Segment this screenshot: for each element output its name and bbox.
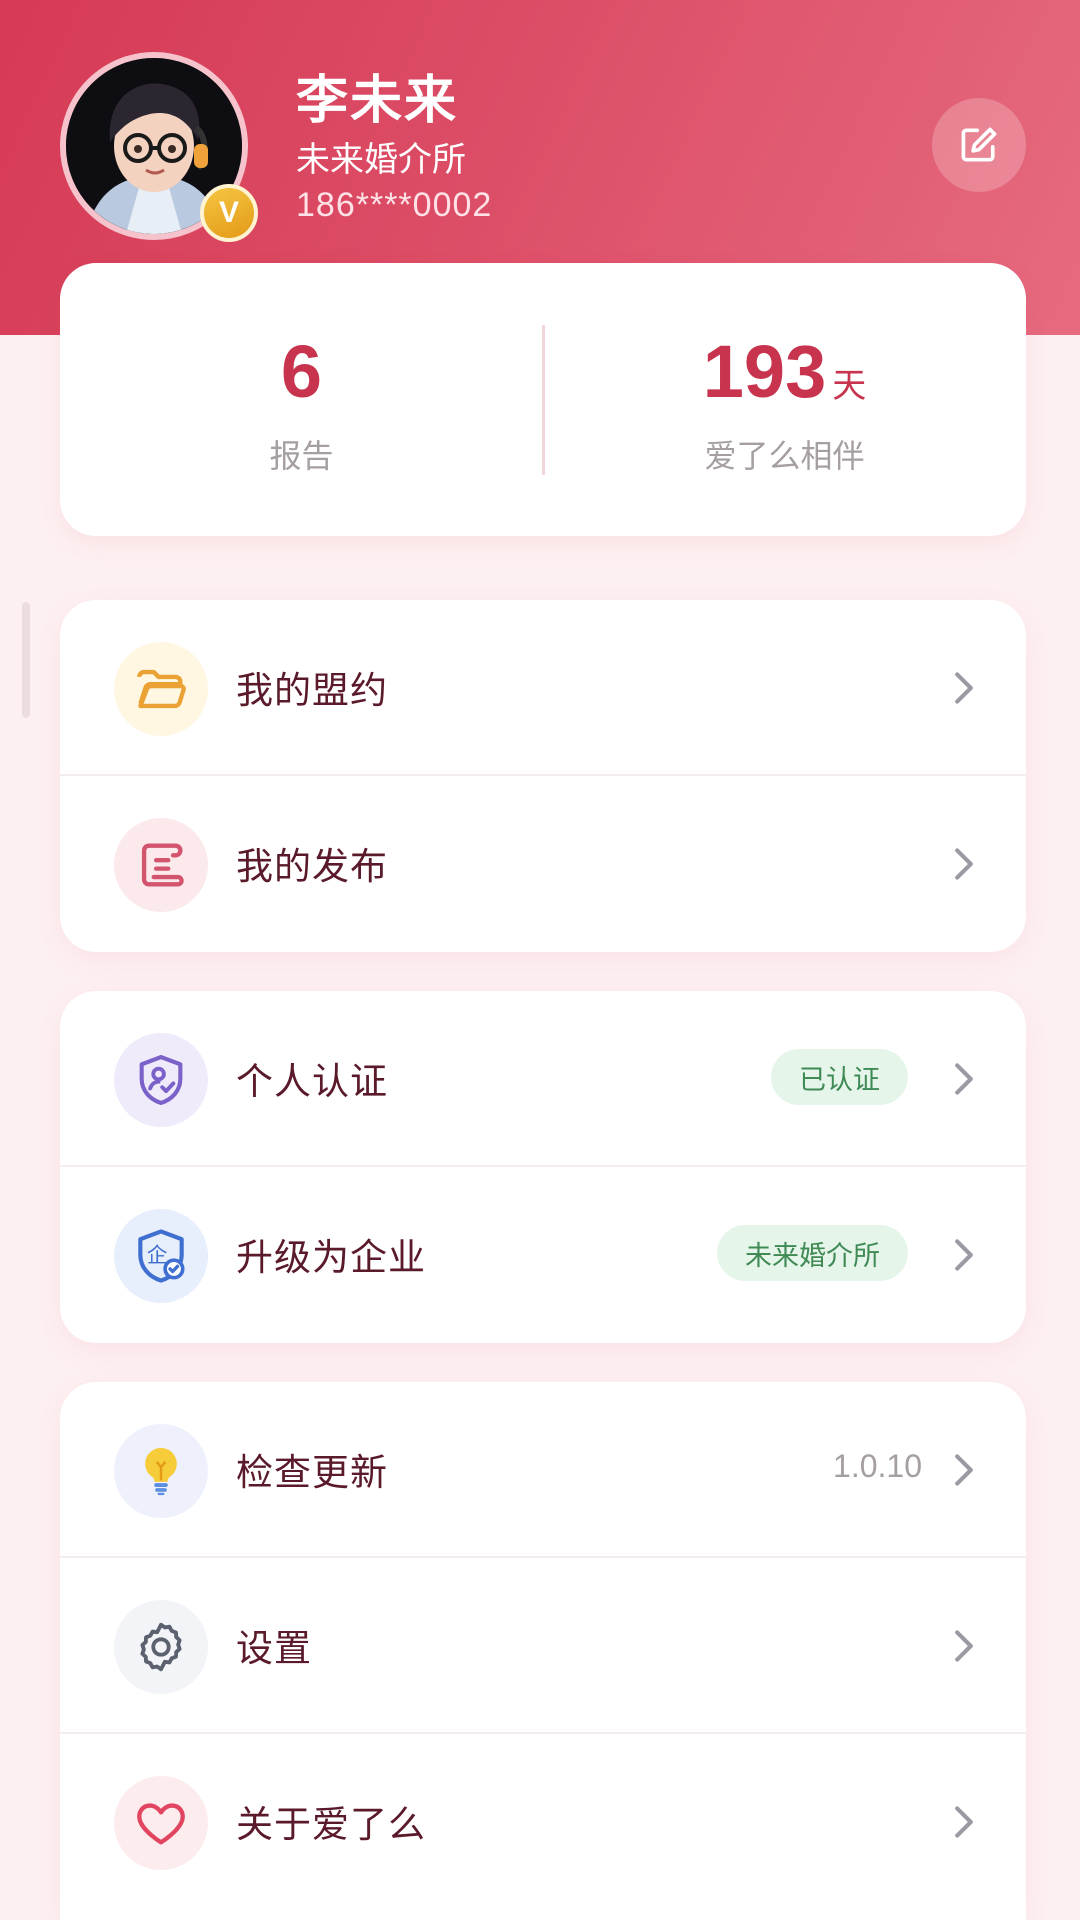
days-number: 193 (702, 330, 827, 413)
menu-label: 我的盟约 (236, 669, 388, 712)
menu-label: 关于爱了么 (236, 1803, 426, 1846)
chevron-right-icon (944, 844, 984, 884)
user-organization: 未来婚介所 (296, 140, 466, 180)
menu-item-about[interactable]: 关于爱了么 (60, 1734, 1026, 1910)
user-name: 李未来 (296, 71, 459, 131)
enterprise-name-badge: 未来婚介所 (717, 1225, 908, 1281)
menu-group-activity: 我的盟约 我的发布 (60, 600, 1026, 952)
user-phone: 186****0002 (296, 186, 493, 224)
edit-icon (961, 127, 997, 162)
lightbulb-icon (114, 1424, 208, 1518)
menu-label: 检查更新 (236, 1451, 388, 1494)
svg-text:企: 企 (147, 1243, 168, 1267)
companion-days-value: 193 天 (543, 329, 1026, 414)
menu-item-upgrade-enterprise[interactable]: 企 升级为企业 未来婚介所 (60, 1167, 1026, 1343)
verified-status-badge: 已认证 (771, 1049, 908, 1105)
chevron-right-icon (944, 1235, 984, 1275)
shield-enterprise-icon: 企 (114, 1209, 208, 1303)
heart-icon (114, 1776, 208, 1870)
menu-group-system: 检查更新 1.0.10 设置 关于爱了么 (60, 1382, 1026, 1920)
chevron-right-icon (944, 1802, 984, 1842)
folder-icon (114, 642, 208, 736)
menu-item-my-posts[interactable]: 我的发布 (60, 776, 1026, 952)
reports-label: 报告 (269, 437, 334, 475)
menu-item-personal-verification[interactable]: 个人认证 已认证 (60, 991, 1026, 1167)
shield-user-icon (114, 1033, 208, 1127)
edit-profile-button[interactable] (932, 98, 1026, 192)
menu-label: 设置 (236, 1627, 312, 1670)
stat-companion-days[interactable]: 193 天 爱了么相伴 (543, 263, 1026, 536)
chevron-right-icon (944, 1059, 984, 1099)
menu-group-verification: 个人认证 已认证 企 升级为企业 未来婚介所 (60, 991, 1026, 1343)
stat-reports[interactable]: 6 报告 (60, 263, 543, 536)
menu-item-settings[interactable]: 设置 (60, 1558, 1026, 1734)
chevron-right-icon (944, 1450, 984, 1490)
chevron-right-icon (944, 668, 984, 708)
app-version: 1.0.10 (833, 1448, 922, 1484)
days-unit: 天 (832, 367, 867, 405)
menu-label: 我的发布 (236, 845, 388, 888)
scroll-icon (114, 818, 208, 912)
scroll-indicator[interactable] (22, 602, 30, 718)
menu-label: 个人认证 (236, 1060, 388, 1103)
avatar-container[interactable]: V (60, 52, 258, 242)
menu-item-check-update[interactable]: 检查更新 1.0.10 (60, 1382, 1026, 1558)
verified-badge: V (200, 184, 258, 242)
gear-icon (114, 1600, 208, 1694)
stats-card: 6 报告 193 天 爱了么相伴 (60, 263, 1026, 536)
menu-item-my-pledge[interactable]: 我的盟约 (60, 600, 1026, 776)
chevron-right-icon (944, 1626, 984, 1666)
reports-count: 6 (280, 330, 323, 413)
companion-days-label: 爱了么相伴 (704, 437, 865, 475)
menu-label: 升级为企业 (236, 1236, 426, 1279)
